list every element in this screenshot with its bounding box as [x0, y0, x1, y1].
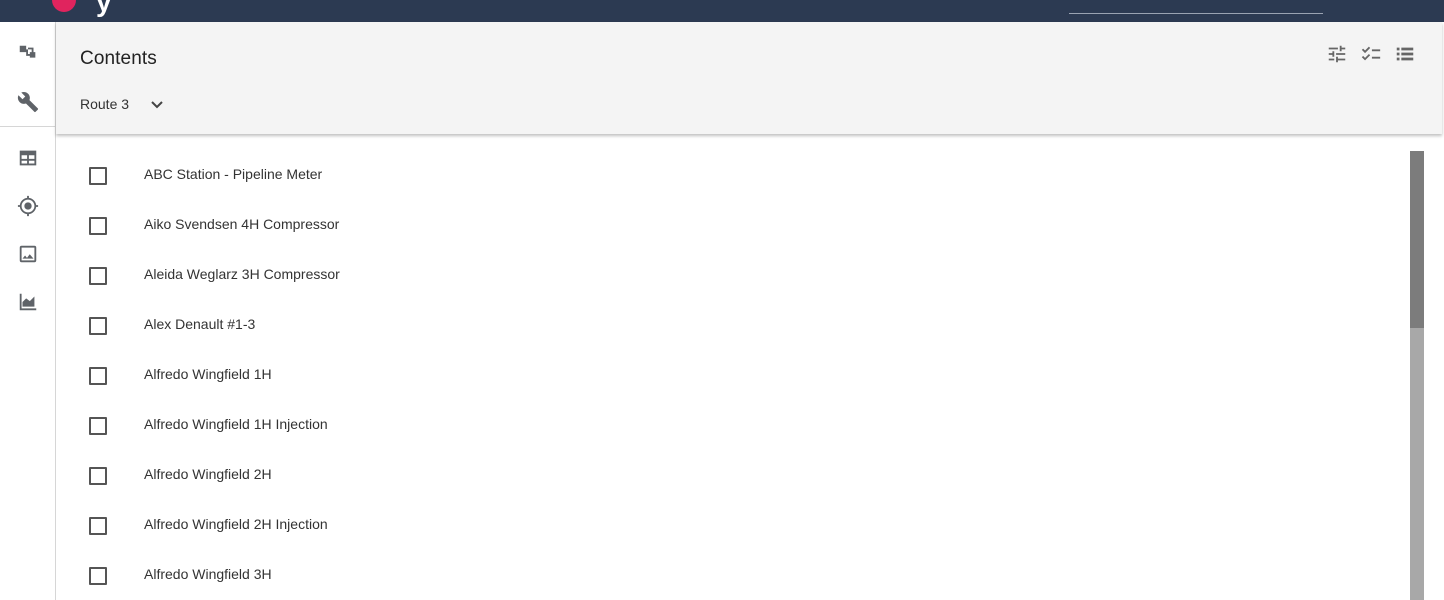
item-checkbox[interactable] — [89, 417, 107, 435]
list-item-label: ABC Station - Pipeline Meter — [144, 166, 323, 182]
list-item[interactable]: Alfredo Wingfield 1H Injection — [56, 400, 1406, 450]
chevron-down-icon — [149, 96, 165, 112]
list-item-label: Alfredo Wingfield 3H — [144, 566, 272, 582]
list-icon — [1396, 47, 1414, 61]
list-item[interactable]: Aiko Svendsen 4H Compressor — [56, 200, 1406, 250]
list-item-label: Alfredo Wingfield 2H Injection — [144, 516, 328, 532]
list-item-label: Aiko Svendsen 4H Compressor — [144, 216, 340, 232]
page-title: Contents — [80, 48, 157, 69]
sidebar-location-button[interactable] — [14, 192, 42, 220]
list-item[interactable]: Alex Denault #1-3 — [56, 300, 1406, 350]
item-checkbox[interactable] — [89, 367, 107, 385]
list-item[interactable]: Alfredo Wingfield 2H — [56, 450, 1406, 500]
route-dropdown[interactable]: Route 3 — [80, 96, 165, 112]
brand-logo-icon — [52, 0, 76, 12]
tree-icon — [19, 45, 36, 58]
list-view-button[interactable] — [1394, 43, 1418, 67]
list-item[interactable]: Aleida Weglarz 3H Compressor — [56, 250, 1406, 300]
table-icon — [19, 150, 37, 166]
checklist-icon — [1361, 46, 1381, 61]
sidebar — [0, 22, 56, 600]
select-all-button[interactable] — [1360, 43, 1384, 67]
list-item[interactable]: ABC Station - Pipeline Meter — [56, 150, 1406, 200]
sidebar-divider — [0, 126, 55, 127]
tune-icon — [1328, 45, 1346, 63]
location-icon — [17, 195, 39, 217]
item-checkbox[interactable] — [89, 517, 107, 535]
list-item[interactable]: Alfredo Wingfield 3H — [56, 550, 1406, 600]
item-checkbox[interactable] — [89, 167, 107, 185]
item-checkbox[interactable] — [89, 217, 107, 235]
scrollbar-thumb[interactable] — [1410, 151, 1424, 328]
brand-text: y — [96, 0, 112, 17]
contents-list: ABC Station - Pipeline Meter Aiko Svends… — [56, 150, 1406, 600]
sidebar-table-button[interactable] — [14, 144, 42, 172]
sidebar-tree-button[interactable] — [14, 40, 42, 68]
item-checkbox[interactable] — [89, 267, 107, 285]
list-item[interactable]: Alfredo Wingfield 2H Injection — [56, 500, 1406, 550]
filter-settings-button[interactable] — [1326, 43, 1350, 67]
list-scrollbar[interactable] — [1410, 151, 1424, 600]
top-app-bar: y — [0, 0, 1444, 22]
list-item-label: Alfredo Wingfield 1H Injection — [144, 416, 328, 432]
list-item-label: Alfredo Wingfield 1H — [144, 366, 272, 382]
item-checkbox[interactable] — [89, 467, 107, 485]
area-chart-icon — [19, 293, 37, 311]
wrench-icon — [17, 92, 39, 113]
sidebar-image-button[interactable] — [14, 240, 42, 268]
sidebar-settings-button[interactable] — [14, 88, 42, 116]
route-dropdown-value: Route 3 — [80, 96, 130, 112]
list-item-label: Aleida Weglarz 3H Compressor — [144, 266, 340, 282]
search-field[interactable] — [1069, 13, 1323, 14]
list-item-label: Alex Denault #1-3 — [144, 316, 256, 332]
image-icon — [19, 245, 37, 263]
sidebar-chart-button[interactable] — [14, 288, 42, 316]
item-checkbox[interactable] — [89, 317, 107, 335]
list-item[interactable]: Alfredo Wingfield 1H — [56, 350, 1406, 400]
list-item-label: Alfredo Wingfield 2H — [144, 466, 272, 482]
contents-header: Contents Route 3 — [56, 22, 1442, 134]
item-checkbox[interactable] — [89, 567, 107, 585]
